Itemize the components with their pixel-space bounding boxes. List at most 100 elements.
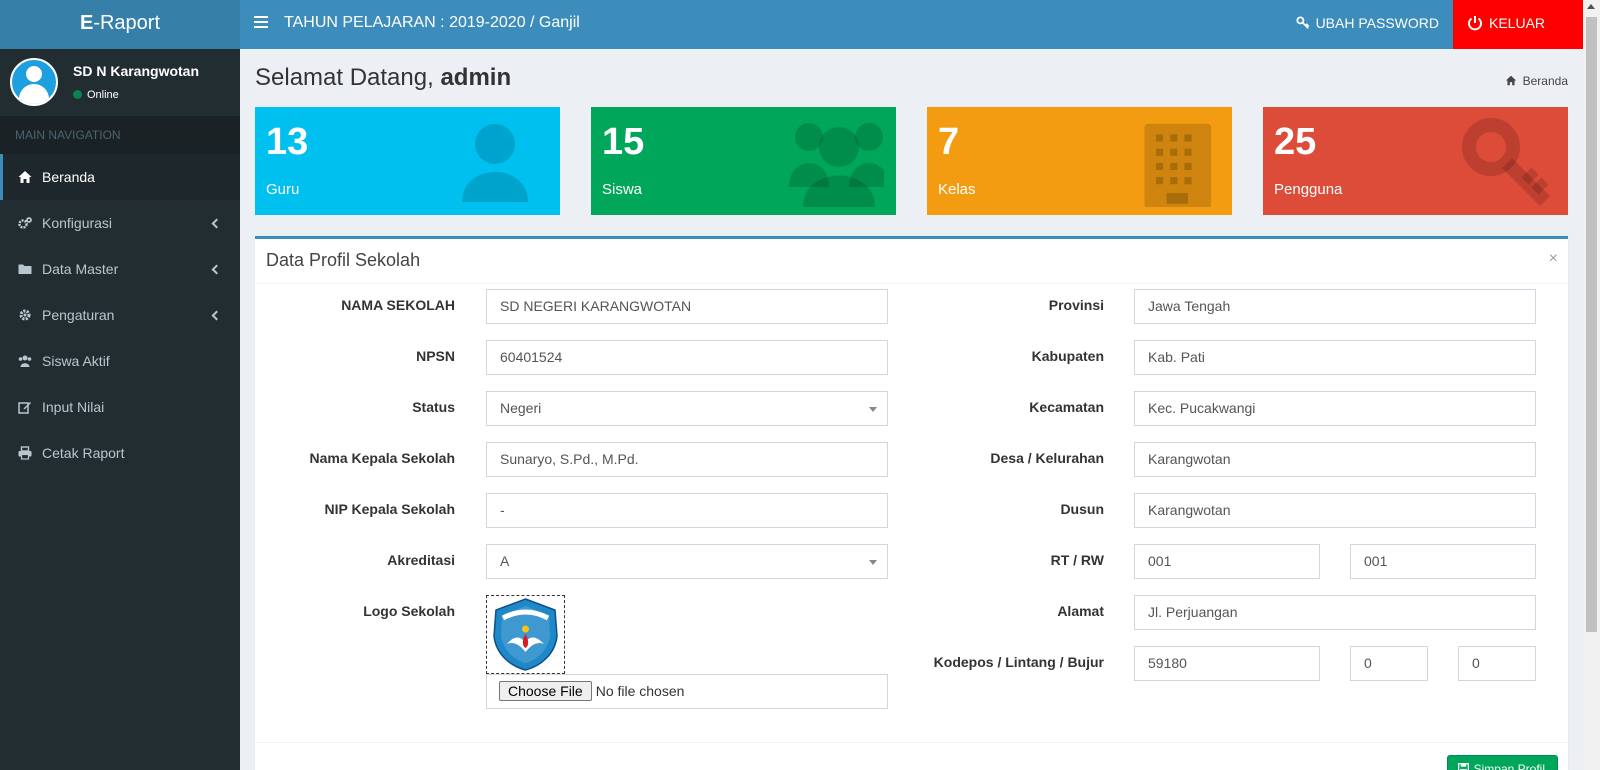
label-dusun: Dusun <box>1060 501 1104 517</box>
desa-input[interactable]: Karangwotan <box>1134 442 1536 477</box>
stat-label: Siswa <box>602 181 643 198</box>
greeting-user: admin <box>440 64 512 91</box>
stat-label: Kelas <box>938 181 976 198</box>
save-profile-button[interactable]: Simpan Profil <box>1446 755 1558 770</box>
sidebar-item-label: Cetak Raport <box>42 445 125 461</box>
page-title: Selamat Datang, admin <box>255 64 511 92</box>
chevron-left-icon <box>211 310 222 321</box>
scrollbar-thumb[interactable] <box>1586 17 1597 632</box>
stat-value: 15 <box>602 121 645 163</box>
provinsi-input[interactable]: Jawa Tengah <box>1134 289 1536 324</box>
user-name: SD N Karangwotan <box>73 63 200 79</box>
online-dot-icon <box>73 90 82 99</box>
close-icon[interactable]: × <box>1549 250 1558 268</box>
label-status: Status <box>412 399 455 415</box>
label-kepala-sekolah: Nama Kepala Sekolah <box>309 450 455 466</box>
school-year-label: TAHUN PELAJARAN : 2019-2020 / Ganjil <box>284 14 580 31</box>
building-icon <box>1144 123 1212 207</box>
school-profile-box: Data Profil Sekolah × NAMA SEKOLAH SD NE… <box>255 236 1568 770</box>
label-logo: Logo Sekolah <box>363 603 455 619</box>
label-kodepos: Kodepos / Lintang / Bujur <box>933 654 1104 670</box>
rt-input[interactable]: 001 <box>1134 544 1320 579</box>
logo-prefix: E <box>79 12 94 34</box>
scroll-up-icon[interactable] <box>1587 4 1595 9</box>
sidebar-item-siswa-aktif[interactable]: Siswa Aktif <box>0 338 240 384</box>
stat-box-kelas[interactable]: 7 Kelas <box>927 107 1232 215</box>
user-status: Online <box>73 89 119 101</box>
dusun-input[interactable]: Karangwotan <box>1134 493 1536 528</box>
logo-text: -Raport <box>93 12 161 34</box>
lintang-input[interactable]: 0 <box>1350 646 1428 681</box>
save-profile-label: Simpan Profil <box>1473 762 1545 770</box>
nav-header: MAIN NAVIGATION <box>0 116 240 154</box>
box-footer: Simpan Profil <box>255 742 1568 770</box>
npsn-input[interactable]: 60401524 <box>486 340 888 375</box>
sidebar-item-label: Input Nilai <box>42 399 105 415</box>
chevron-left-icon <box>211 264 222 275</box>
file-status: No file chosen <box>595 683 685 699</box>
stat-label: Pengguna <box>1274 181 1343 198</box>
stat-box-guru[interactable]: 13 Guru <box>255 107 560 215</box>
alamat-input[interactable]: Jl. Perjuangan <box>1134 595 1536 630</box>
key-icon <box>1296 16 1309 29</box>
home-icon <box>18 171 32 183</box>
sidebar-item-data-master[interactable]: Data Master <box>0 246 240 292</box>
avatar <box>10 58 58 106</box>
sidebar-item-label: Siswa Aktif <box>42 353 110 369</box>
sidebar-item-beranda[interactable]: Beranda <box>0 154 240 200</box>
edit-icon <box>18 402 31 414</box>
user-status-label: Online <box>87 89 119 101</box>
label-akreditasi: Akreditasi <box>387 552 455 568</box>
kecamatan-input[interactable]: Kec. Pucakwangi <box>1134 391 1536 426</box>
sidebar-item-cetak-raport[interactable]: Cetak Raport <box>0 430 240 476</box>
stat-box-pengguna[interactable]: 25 Pengguna <box>1263 107 1568 215</box>
app-logo[interactable]: E-Raport <box>0 0 240 49</box>
label-alamat: Alamat <box>1057 603 1104 619</box>
change-password-label: UBAH PASSWORD <box>1315 15 1439 31</box>
top-navbar: TAHUN PELAJARAN : 2019-2020 / Ganjil UBA… <box>240 0 1583 49</box>
rw-input[interactable]: 001 <box>1350 544 1536 579</box>
stat-value: 7 <box>938 121 960 163</box>
sidebar-item-label: Data Master <box>42 261 119 277</box>
breadcrumb-item: Beranda <box>1522 74 1568 88</box>
kabupaten-input[interactable]: Kab. Pati <box>1134 340 1536 375</box>
logout-label: KELUAR <box>1489 15 1546 31</box>
tut-wuri-handayani-logo <box>493 598 558 671</box>
sidebar: SD N Karangwotan Online MAIN NAVIGATION … <box>0 49 240 770</box>
print-icon <box>18 446 32 460</box>
sidebar-item-konfigurasi[interactable]: Konfigurasi <box>0 200 240 246</box>
kodepos-input[interactable]: 59180 <box>1134 646 1320 681</box>
sidebar-item-input-nilai[interactable]: Input Nilai <box>0 384 240 430</box>
logout-button[interactable]: KELUAR <box>1453 0 1583 49</box>
stat-value: 13 <box>266 121 309 163</box>
kepala-sekolah-input[interactable]: Sunaryo, S.Pd., M.Pd. <box>486 442 888 477</box>
greeting-text: Selamat Datang, <box>255 64 434 91</box>
logo-file-input[interactable]: Choose File No file chosen <box>486 674 888 709</box>
stat-box-siswa[interactable]: 15 Siswa <box>591 107 896 215</box>
save-icon <box>1457 763 1469 770</box>
choose-file-button[interactable]: Choose File <box>499 681 592 701</box>
folder-icon <box>18 264 32 274</box>
nip-input[interactable]: - <box>486 493 888 528</box>
page-scrollbar[interactable] <box>1583 0 1600 770</box>
label-npsn: NPSN <box>416 348 455 364</box>
label-provinsi: Provinsi <box>1048 297 1104 313</box>
breadcrumb[interactable]: Beranda <box>1505 74 1568 88</box>
change-password-link[interactable]: UBAH PASSWORD <box>1296 0 1439 49</box>
status-select[interactable]: Negeri <box>486 391 888 426</box>
box-title: Data Profil Sekolah <box>266 250 421 270</box>
label-nip: NIP Kepala Sekolah <box>324 501 455 517</box>
sidebar-item-label: Pengaturan <box>42 307 115 323</box>
label-kecamatan: Kecamatan <box>1029 399 1104 415</box>
stat-value: 25 <box>1274 121 1317 163</box>
sidebar-toggle-icon[interactable] <box>254 16 268 28</box>
home-icon <box>1505 75 1516 86</box>
users-icon <box>18 355 32 367</box>
sidebar-item-label: Beranda <box>42 169 95 185</box>
bujur-input[interactable]: 0 <box>1458 646 1536 681</box>
key-icon <box>1462 118 1550 206</box>
akreditasi-select[interactable]: A <box>486 544 888 579</box>
sidebar-item-pengaturan[interactable]: Pengaturan <box>0 292 240 338</box>
nama-sekolah-input[interactable]: SD NEGERI KARANGWOTAN <box>486 289 888 324</box>
chevron-left-icon <box>211 218 222 229</box>
